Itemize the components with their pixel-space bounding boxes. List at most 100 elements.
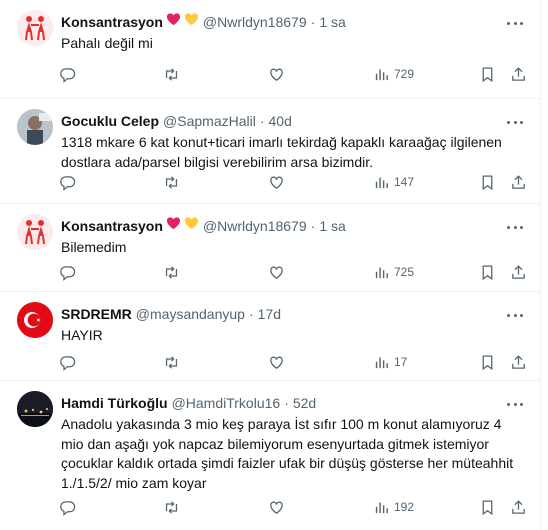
display-name[interactable]: Konsantrasyon <box>61 216 163 236</box>
reply-button[interactable] <box>59 63 76 85</box>
yellow-heart-icon <box>184 216 199 236</box>
display-name[interactable]: SRDREMR <box>61 304 132 324</box>
display-name[interactable]: Gocuklu Celep <box>61 111 159 131</box>
action-bar: 192 <box>55 496 525 518</box>
timestamp[interactable]: 40d <box>269 111 292 131</box>
retweet-button[interactable] <box>163 496 180 518</box>
tweet-text: Anadolu yakasında 3 mio keş paraya İst s… <box>61 416 514 491</box>
retweet-button[interactable] <box>163 351 180 373</box>
reply-icon <box>60 265 76 281</box>
avatar[interactable] <box>17 302 53 338</box>
retweet-button[interactable] <box>163 171 180 193</box>
retweet-icon <box>165 355 178 369</box>
retweet-button[interactable] <box>163 261 180 283</box>
retweet-icon <box>165 175 178 189</box>
reply-button[interactable] <box>59 351 76 373</box>
display-name[interactable]: Konsantrasyon <box>61 12 163 32</box>
views-count: 729 <box>394 67 415 81</box>
separator: · <box>310 218 316 234</box>
timestamp[interactable]: 1 sa <box>319 216 345 236</box>
user-handle[interactable]: @Nwrldyn18679 <box>203 216 307 236</box>
bookmark-button[interactable] <box>479 351 496 373</box>
avatar[interactable] <box>17 109 53 145</box>
action-bar: 17 <box>55 351 525 373</box>
action-bar: 725 <box>55 261 525 283</box>
retweet-icon <box>165 500 178 514</box>
separator: · <box>248 306 254 322</box>
share-button[interactable] <box>510 261 527 283</box>
share-icon <box>512 264 525 279</box>
heart-icon <box>270 266 283 279</box>
heart-icon <box>270 68 283 81</box>
avatar[interactable] <box>17 214 53 250</box>
more-options-icon[interactable] <box>507 115 523 129</box>
views-count: 147 <box>394 175 415 189</box>
action-bar: 729 <box>55 63 525 85</box>
retweet-icon <box>165 67 178 81</box>
views-button[interactable]: 192 <box>373 496 414 518</box>
user-handle[interactable]: @HamdiTrkolu16 <box>172 393 281 413</box>
bookmark-button[interactable] <box>479 261 496 283</box>
more-options-icon[interactable] <box>507 220 523 234</box>
views-count: 725 <box>394 265 415 279</box>
reply-button[interactable] <box>59 261 76 283</box>
share-button[interactable] <box>510 171 527 193</box>
reply-button[interactable] <box>59 171 76 193</box>
views-count: 192 <box>394 500 415 514</box>
analytics-icon <box>375 69 388 80</box>
bookmark-button[interactable] <box>479 63 496 85</box>
share-icon <box>512 174 525 189</box>
share-button[interactable] <box>510 496 527 518</box>
timestamp[interactable]: 17d <box>258 304 281 324</box>
share-button[interactable] <box>510 63 527 85</box>
more-options-icon[interactable] <box>507 308 523 322</box>
views-button[interactable]: 725 <box>373 261 414 283</box>
heart-icon <box>270 176 283 189</box>
avatar[interactable] <box>17 391 53 427</box>
share-button[interactable] <box>510 351 527 373</box>
views-button[interactable]: 729 <box>373 63 414 85</box>
reply-icon <box>60 67 76 83</box>
separator: · <box>284 395 289 411</box>
bookmark-icon <box>482 499 493 515</box>
analytics-icon <box>375 177 388 188</box>
timestamp[interactable]: 1 sa <box>319 12 345 32</box>
reply-icon <box>60 355 76 371</box>
avatar[interactable] <box>17 10 53 46</box>
like-button[interactable] <box>268 261 285 283</box>
reply-icon <box>60 500 76 516</box>
tweet[interactable]: Gocuklu Celep @SapmazHalil · 40d 1318 mk… <box>0 99 541 204</box>
user-handle[interactable]: @SapmazHalil <box>163 111 256 131</box>
tweet[interactable]: SRDREMR @maysandanyup · 17d HAYIR 17 <box>0 292 541 381</box>
share-icon <box>512 499 525 514</box>
like-button[interactable] <box>268 496 285 518</box>
analytics-icon <box>375 502 388 513</box>
reply-button[interactable] <box>59 496 76 518</box>
timestamp[interactable]: 52d <box>293 393 316 413</box>
more-options-icon[interactable] <box>507 16 523 30</box>
more-options-icon[interactable] <box>507 397 523 411</box>
separator: · <box>259 113 265 129</box>
views-button[interactable]: 147 <box>373 171 414 193</box>
tweet[interactable]: Konsantrasyon @Nwrldyn18679 · 1 sa Pahal… <box>0 0 541 99</box>
bookmark-icon <box>482 264 493 280</box>
user-handle[interactable]: @maysandanyup <box>136 304 245 324</box>
views-button[interactable]: 17 <box>373 351 407 373</box>
bookmark-icon <box>482 174 493 190</box>
tweet[interactable]: Konsantrasyon @Nwrldyn18679 · 1 sa Bilem… <box>0 204 541 292</box>
tweet-header: Hamdi Türkoğlu @HamdiTrkolu16 · 52d <box>61 393 501 413</box>
like-button[interactable] <box>268 171 285 193</box>
tweet[interactable]: Hamdi Türkoğlu @HamdiTrkolu16 · 52d Anad… <box>0 381 541 530</box>
tweet-text: HAYIR <box>61 327 103 343</box>
separator: · <box>310 14 316 30</box>
display-name[interactable]: Hamdi Türkoğlu <box>61 393 168 413</box>
tweet-header: SRDREMR @maysandanyup · 17d <box>61 304 501 324</box>
like-button[interactable] <box>268 351 285 373</box>
user-handle[interactable]: @Nwrldyn18679 <box>203 12 307 32</box>
like-button[interactable] <box>268 63 285 85</box>
views-count: 17 <box>394 355 408 369</box>
bookmark-button[interactable] <box>479 171 496 193</box>
bookmark-button[interactable] <box>479 496 496 518</box>
retweet-button[interactable] <box>163 63 180 85</box>
tweet-header: Gocuklu Celep @SapmazHalil · 40d <box>61 111 501 131</box>
